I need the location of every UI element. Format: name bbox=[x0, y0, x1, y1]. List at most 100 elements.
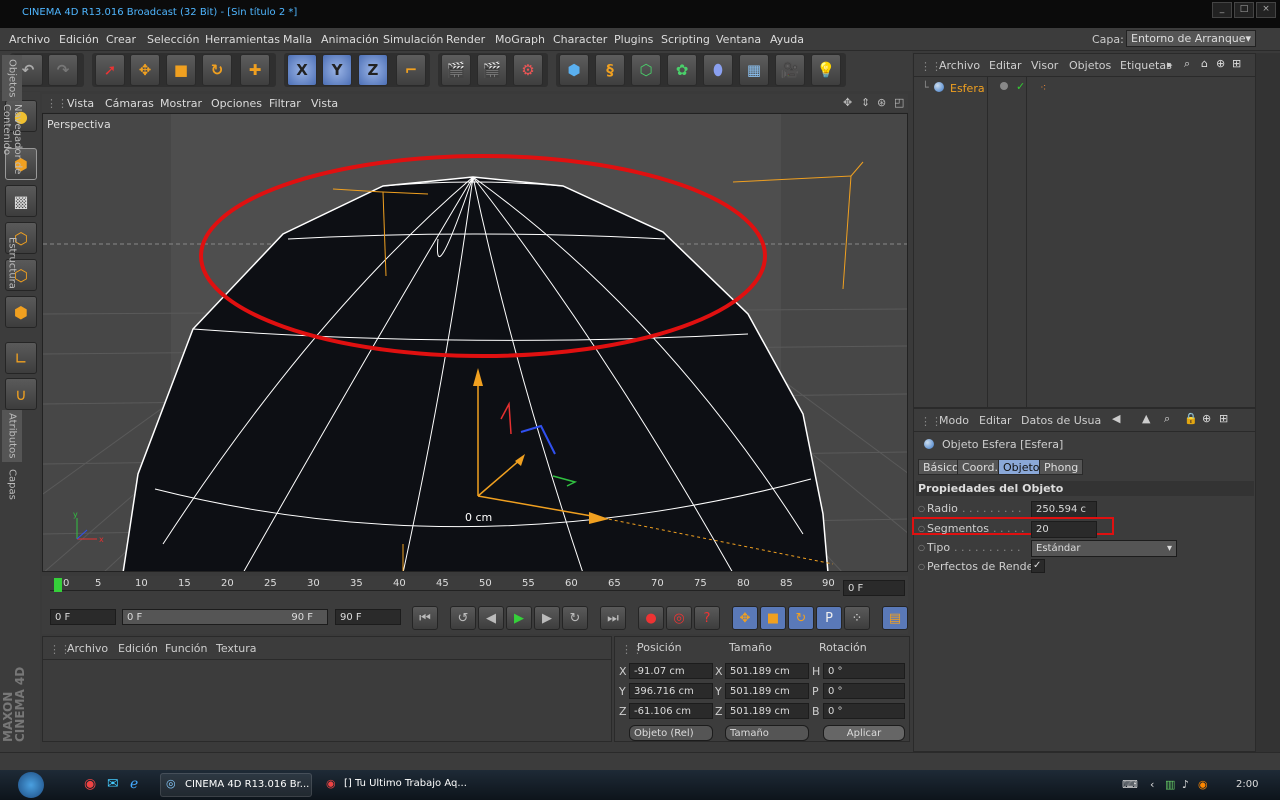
objects-menu-archivo[interactable]: Archivo bbox=[939, 59, 980, 72]
visibility-dot-icon[interactable] bbox=[1000, 82, 1008, 90]
viewport-menu-filtrar[interactable]: Filtrar bbox=[269, 97, 301, 110]
viewport-menu-camaras[interactable]: Cámaras bbox=[105, 97, 154, 110]
panel-icon[interactable]: ⊞ bbox=[1219, 412, 1228, 425]
menu-mograph[interactable]: MoGraph bbox=[495, 33, 545, 46]
coord-mode-select[interactable]: Objeto (Rel) bbox=[629, 725, 713, 741]
panel-icon[interactable]: ⊞ bbox=[1232, 57, 1241, 70]
objects-menu-editar[interactable]: Editar bbox=[989, 59, 1022, 72]
z-axis-lock-icon[interactable]: Z bbox=[358, 54, 388, 86]
objects-menu-visor[interactable]: Visor bbox=[1031, 59, 1058, 72]
size-mode-select[interactable]: Tamaño bbox=[725, 725, 809, 741]
tab-objeto[interactable]: Objeto bbox=[998, 459, 1045, 475]
render-view-icon[interactable]: 🎬 bbox=[441, 54, 471, 86]
task-cinema4d[interactable]: CINEMA 4D R13.016 Br... bbox=[160, 773, 312, 797]
up-arrow-icon[interactable]: ▲ bbox=[1142, 412, 1150, 425]
viewport-layout-icon[interactable]: ◰ bbox=[894, 96, 904, 109]
messenger-icon[interactable]: ✉ bbox=[107, 776, 119, 792]
deformer-icon[interactable]: ⬮ bbox=[703, 54, 733, 86]
menu-seleccion[interactable]: Selección bbox=[147, 33, 199, 46]
more-arrow-icon[interactable]: ▸ bbox=[1167, 58, 1173, 71]
lock-icon[interactable]: 🔒 bbox=[1184, 412, 1198, 425]
start-frame-field[interactable]: 0 F bbox=[50, 609, 116, 625]
task-browser[interactable]: [] Tu Ultimo Trabajo Aq... bbox=[320, 773, 472, 797]
ie-icon[interactable]: ℯ bbox=[130, 776, 138, 792]
maximize-button[interactable]: □ bbox=[1234, 2, 1254, 18]
scale-tool-icon[interactable]: ■ bbox=[166, 54, 196, 86]
material-menu-archivo[interactable]: Archivo bbox=[67, 642, 108, 655]
goto-end-icon[interactable]: ⏭ bbox=[600, 606, 626, 630]
render-picture-viewer-icon[interactable]: 🎬 bbox=[477, 54, 507, 86]
floor-icon[interactable]: ▦ bbox=[739, 54, 769, 86]
cube-icon[interactable]: ⬢ bbox=[559, 54, 589, 86]
step-forward-icon[interactable]: ▶ bbox=[534, 606, 560, 630]
tab-objetos[interactable]: Objetos bbox=[2, 55, 22, 101]
array-icon[interactable]: ✿ bbox=[667, 54, 697, 86]
step-back-icon[interactable]: ◀ bbox=[478, 606, 504, 630]
viewport-zoom-icon[interactable]: ⇕ bbox=[861, 96, 870, 109]
menu-edicion[interactable]: Edición bbox=[59, 33, 99, 46]
chrome-icon[interactable]: ◉ bbox=[84, 776, 96, 792]
viewport-menu-vista[interactable]: Vista bbox=[67, 97, 94, 110]
nurbs-icon[interactable]: ⬡ bbox=[631, 54, 661, 86]
goto-start-icon[interactable]: ⏮ bbox=[412, 606, 438, 630]
layer-select[interactable]: Entorno de Arranque ▾ bbox=[1126, 30, 1256, 47]
prev-key-icon[interactable]: ↺ bbox=[450, 606, 476, 630]
menu-simulacion[interactable]: Simulación bbox=[383, 33, 443, 46]
key-parameter-icon[interactable]: P bbox=[816, 606, 842, 630]
radius-field[interactable]: 250.594 c bbox=[1031, 501, 1097, 518]
tab-atributos[interactable]: Atributos bbox=[2, 410, 22, 462]
start-button[interactable] bbox=[18, 772, 44, 798]
rotate-tool-icon[interactable]: ↻ bbox=[202, 54, 232, 86]
keyboard-icon[interactable]: ⌨ bbox=[1122, 778, 1138, 791]
tab-navegador[interactable]: Navegador de Contenido bbox=[1, 104, 23, 228]
timeline-window-icon[interactable]: ▤ bbox=[882, 606, 908, 630]
spline-icon[interactable]: § bbox=[595, 54, 625, 86]
render-settings-icon[interactable]: ⚙ bbox=[513, 54, 543, 86]
autokey-icon[interactable]: ◎ bbox=[666, 606, 692, 630]
search-icon[interactable]: ⌕ bbox=[1164, 412, 1170, 426]
key-position-icon[interactable]: ✥ bbox=[732, 606, 758, 630]
menu-malla[interactable]: Malla bbox=[283, 33, 312, 46]
material-menu-edicion[interactable]: Edición bbox=[118, 642, 158, 655]
material-menu-textura[interactable]: Textura bbox=[216, 642, 256, 655]
close-button[interactable]: × bbox=[1256, 2, 1276, 18]
keyframe-selection-icon[interactable]: ? bbox=[694, 606, 720, 630]
light-icon[interactable]: 💡 bbox=[811, 54, 841, 86]
current-frame-field[interactable]: 0 F bbox=[843, 580, 905, 596]
live-selection-icon[interactable]: ➚ bbox=[95, 54, 125, 86]
phong-tag-icon[interactable]: ⁖ bbox=[1040, 81, 1046, 94]
viewport-move-icon[interactable]: ✥ bbox=[843, 96, 852, 109]
new-icon[interactable]: ⊕ bbox=[1202, 412, 1211, 425]
segments-field[interactable]: 20 bbox=[1031, 521, 1097, 538]
network-icon[interactable]: ▥ bbox=[1165, 778, 1175, 791]
tab-coord[interactable]: Coord. bbox=[957, 459, 1003, 475]
menu-crear[interactable]: Crear bbox=[106, 33, 136, 46]
polygons-mode-icon[interactable]: ⬢ bbox=[5, 296, 37, 328]
size-x-field[interactable]: 501.189 cm bbox=[725, 663, 809, 679]
minimize-button[interactable]: _ bbox=[1212, 2, 1232, 18]
menu-character[interactable]: Character bbox=[553, 33, 607, 46]
tab-estructura[interactable]: Estructura bbox=[2, 232, 22, 294]
coordinate-system-icon[interactable]: ⌐ bbox=[396, 54, 426, 86]
play-icon[interactable]: ▶ bbox=[506, 606, 532, 630]
menu-animacion[interactable]: Animación bbox=[321, 33, 379, 46]
menu-plugins[interactable]: Plugins bbox=[614, 33, 653, 46]
move-tool-icon[interactable]: ✥ bbox=[130, 54, 160, 86]
key-rotation-icon[interactable]: ↻ bbox=[788, 606, 814, 630]
menu-ayuda[interactable]: Ayuda bbox=[770, 33, 804, 46]
position-z-field[interactable]: -61.106 cm bbox=[629, 703, 713, 719]
attr-menu-editar[interactable]: Editar bbox=[979, 414, 1012, 427]
objects-menu-objetos[interactable]: Objetos bbox=[1069, 59, 1111, 72]
frame-range-slider[interactable]: 0 F 90 F bbox=[122, 609, 328, 625]
key-scale-icon[interactable]: ■ bbox=[760, 606, 786, 630]
redo-icon[interactable]: ↷ bbox=[48, 54, 78, 86]
x-axis-lock-icon[interactable]: X bbox=[287, 54, 317, 86]
material-menu-funcion[interactable]: Función bbox=[165, 642, 207, 655]
rotation-h-field[interactable]: 0 ° bbox=[823, 663, 905, 679]
viewport-rotate-icon[interactable]: ⊛ bbox=[877, 96, 886, 109]
home-icon[interactable]: ⌂ bbox=[1201, 57, 1208, 70]
position-y-field[interactable]: 396.716 cm bbox=[629, 683, 713, 699]
rotation-p-field[interactable]: 0 ° bbox=[823, 683, 905, 699]
record-keys-icon[interactable]: ● bbox=[638, 606, 664, 630]
object-row-esfera[interactable]: └ Esfera ✓ ⁖ bbox=[922, 80, 1222, 97]
